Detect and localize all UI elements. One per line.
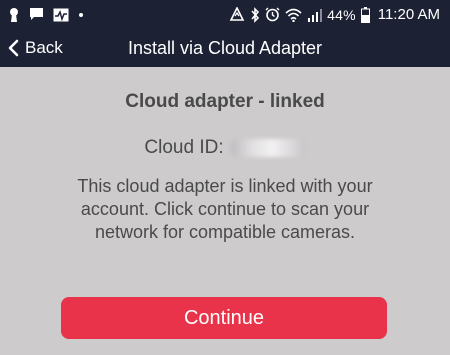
battery-percent: 44% xyxy=(327,6,356,23)
linked-heading: Cloud adapter - linked xyxy=(125,91,325,112)
status-right-icons: 44% 11:20 AM xyxy=(229,0,440,29)
recycle-icon xyxy=(229,7,245,22)
activity-icon xyxy=(53,8,69,22)
status-bar: 44% 11:20 AM xyxy=(0,0,450,29)
dot-icon xyxy=(78,12,84,18)
wifi-icon xyxy=(285,8,302,22)
continue-label: Continue xyxy=(183,306,265,329)
main-content: Cloud adapter - linked Cloud ID: This cl… xyxy=(0,67,450,355)
bluetooth-icon xyxy=(250,6,260,23)
signal-icon xyxy=(307,8,323,22)
battery-icon xyxy=(360,6,370,23)
back-label: Back xyxy=(25,38,63,57)
cloud-id-value-redacted xyxy=(229,139,306,157)
nav-bar: Back Install via Cloud Adapter xyxy=(0,29,450,67)
alarm-icon xyxy=(265,7,280,22)
keyhole-icon xyxy=(8,7,20,23)
back-button[interactable]: Back xyxy=(8,29,63,67)
chevron-left-icon xyxy=(8,39,19,57)
clock-time: 11:20 AM xyxy=(377,6,440,23)
continue-button[interactable]: Continue xyxy=(61,297,387,339)
cloud-id-label: Cloud ID: xyxy=(144,137,224,158)
page-title: Install via Cloud Adapter xyxy=(0,29,450,67)
chat-bubble-icon xyxy=(29,7,44,22)
status-left-icons xyxy=(8,0,84,29)
page-title-text: Install via Cloud Adapter xyxy=(127,38,323,58)
description-text: This cloud adapter is linked with your a… xyxy=(77,176,373,242)
cloud-id-row: Cloud ID: xyxy=(0,137,450,159)
